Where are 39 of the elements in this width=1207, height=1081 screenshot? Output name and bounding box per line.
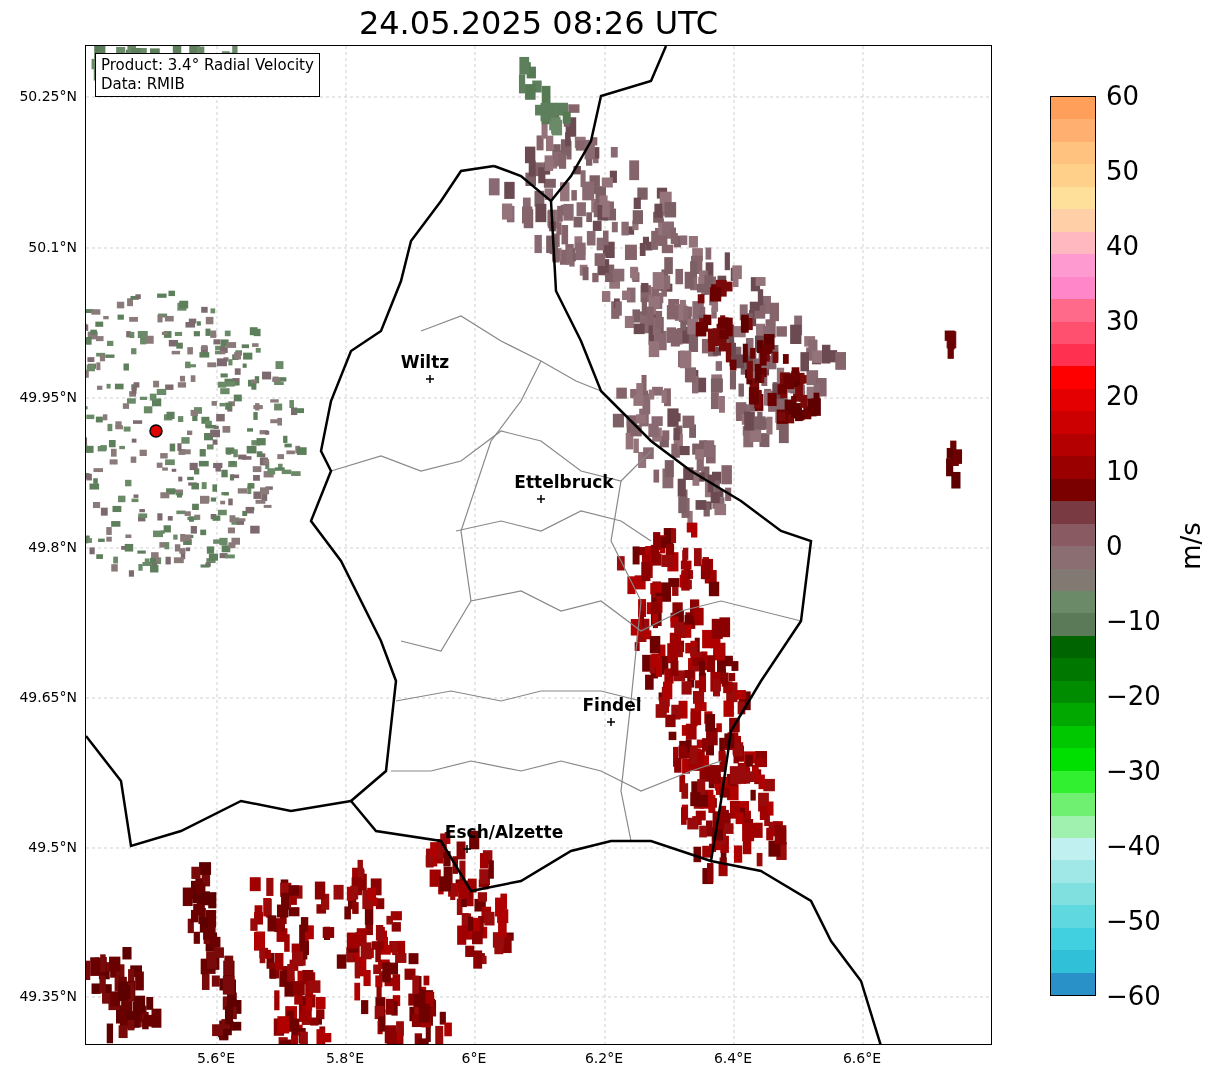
colorbar-tick-label: 10: [1106, 458, 1140, 484]
info-text: Data: RMIB: [101, 75, 186, 94]
city-label: Wiltz: [400, 354, 450, 371]
longitude-tick-label: 6.6°E: [842, 1051, 882, 1065]
city-marker-icon: [606, 717, 616, 727]
latitude-tick-label: 49.5°N: [28, 840, 77, 854]
colorbar-tick-label: 60: [1106, 83, 1140, 109]
colorbar-tick-label: −10: [1106, 608, 1161, 634]
latitude-tick-label: 50.1°N: [28, 240, 77, 254]
colorbar-tick-label: −40: [1106, 833, 1161, 859]
longitude-tick-label: 6.2°E: [584, 1051, 624, 1065]
city-marker-icon: [462, 844, 472, 854]
radar-site-icon: [149, 424, 163, 438]
colorbar-tick-label: 0: [1106, 533, 1123, 559]
latitude-tick-label: 49.95°N: [19, 390, 77, 404]
longitude-tick-label: 6.4°E: [713, 1051, 753, 1065]
colorbar-tick-label: −50: [1106, 908, 1161, 934]
city-label: Ettelbruck: [514, 474, 614, 491]
city-label: Esch/Alzette: [444, 824, 564, 841]
longitude-tick-label: 5.8°E: [325, 1051, 365, 1065]
colorbar-tick-label: −20: [1106, 683, 1161, 709]
chart-title: 24.05.2025 08:26 UTC: [358, 6, 719, 39]
latitude-tick-label: 50.25°N: [19, 89, 77, 103]
city-marker-icon: [536, 494, 546, 504]
latitude-tick-label: 49.35°N: [19, 989, 77, 1003]
city-label: Findel: [582, 697, 642, 714]
colorbar-tick-label: 20: [1106, 383, 1140, 409]
latitude-tick-label: 49.65°N: [19, 690, 77, 704]
colorbar-tick-label: 40: [1106, 233, 1140, 259]
colorbar-label: m/s: [1178, 522, 1204, 570]
longitude-tick-label: 6°E: [461, 1051, 487, 1065]
colorbar-tick-label: 30: [1106, 308, 1140, 334]
latitude-tick-label: 49.8°N: [28, 540, 77, 554]
city-marker-icon: [425, 374, 435, 384]
colorbar-tick-label: −30: [1106, 758, 1161, 784]
colorbar-tick-label: 50: [1106, 158, 1140, 184]
info-text: Product: 3.4° Radial Velocity: [101, 56, 314, 75]
colorbar-tick-label: −60: [1106, 983, 1161, 1009]
longitude-tick-label: 5.6°E: [196, 1051, 236, 1065]
